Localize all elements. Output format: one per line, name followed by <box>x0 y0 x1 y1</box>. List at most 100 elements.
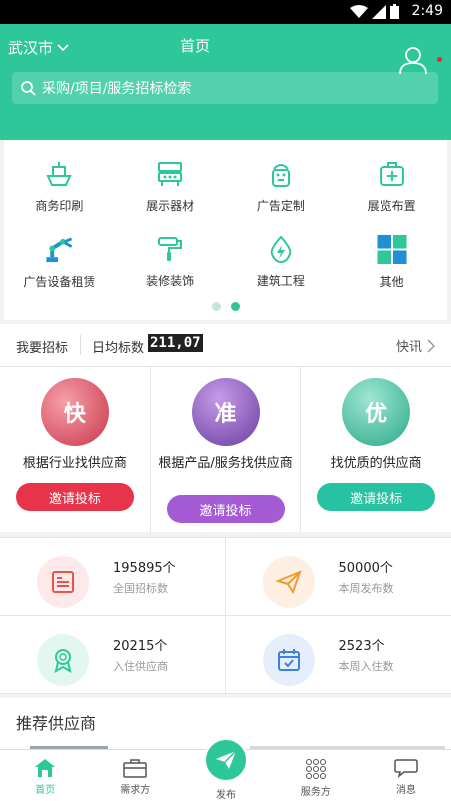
daily-bids-label: 日均标数 <box>92 341 145 356</box>
page-indicator <box>4 302 447 311</box>
daily-bids-value: 211,07 <box>148 334 203 352</box>
category-panel: 商务印刷 展示器材 广告定制 展览布置 广告设备租赁 装修装饰 建筑工程 其他 <box>4 140 447 320</box>
category-label: 广告定制 <box>256 199 305 213</box>
robot-arm-icon <box>46 237 73 263</box>
tab-demand[interactable]: 需求方 <box>90 750 180 801</box>
paper-plane-icon <box>275 570 302 595</box>
bid-bar: 我要招标 日均标数 211,07 快讯 <box>0 324 451 366</box>
tab-label: 首页 <box>35 785 56 796</box>
category-business-printing[interactable]: 商务印刷 <box>4 140 115 215</box>
category-decoration[interactable]: 装修装饰 <box>115 215 226 290</box>
page-dot[interactable] <box>211 302 221 311</box>
page-dot-active[interactable] <box>230 302 240 311</box>
category-label: 展览布置 <box>367 199 416 213</box>
invite-bid-button[interactable]: 邀请投标 <box>15 483 134 511</box>
category-other[interactable]: 其他 <box>336 215 447 290</box>
card-badge: 优 <box>342 378 411 446</box>
calendar-icon <box>277 649 300 671</box>
display-rack-icon <box>158 162 183 186</box>
stat-label: 本周发布数 <box>338 582 394 595</box>
badge-text: 优 <box>365 402 388 427</box>
stat-label: 入住供应商 <box>113 660 168 673</box>
section-title: 推荐供应商 <box>16 714 97 733</box>
category-ad-equipment-rental[interactable]: 广告设备租赁 <box>4 215 115 290</box>
category-display-equipment[interactable]: 展示器材 <box>115 140 226 215</box>
tab-home[interactable]: 首页 <box>0 750 90 801</box>
post-bid-link[interactable]: 我要招标 <box>16 337 68 356</box>
search-bar[interactable]: 采购/项目/服务招标检索 <box>12 72 438 104</box>
tab-messages[interactable]: 消息 <box>361 750 451 801</box>
supplier-finder-cards: 快 根据行业找供应商 邀请投标 准 根据产品/服务找供应商 邀请投标 优 找优质… <box>0 366 451 532</box>
category-label: 广告设备租赁 <box>23 275 96 289</box>
stat-icon <box>262 556 315 608</box>
stat-national-bids: 195895个 全国招标数 <box>0 538 226 616</box>
category-ad-customization[interactable]: 广告定制 <box>226 140 337 215</box>
category-exhibition-layout[interactable]: 展览布置 <box>336 140 447 215</box>
android-icon <box>271 164 290 187</box>
dots-grid-icon <box>305 759 326 779</box>
ship-icon <box>46 162 72 186</box>
wifi-icon <box>350 4 368 18</box>
stat-label: 本周入住数 <box>338 660 394 673</box>
card-title: 找优质的供应商 <box>330 456 422 471</box>
card-badge: 准 <box>191 378 260 446</box>
search-placeholder: 采购/项目/服务招标检索 <box>42 81 192 97</box>
notification-dot <box>437 57 442 62</box>
paint-roller-icon <box>158 237 183 261</box>
tab-service[interactable]: 服务方 <box>271 750 361 801</box>
publish-button[interactable] <box>204 738 248 782</box>
stats-grid: 195895个 全国招标数 50000个 本周发布数 20215个 入住供应商 … <box>0 537 451 694</box>
user-icon <box>399 47 427 75</box>
card-by-product[interactable]: 准 根据产品/服务找供应商 邀请投标 <box>151 367 302 532</box>
stat-icon <box>37 634 89 686</box>
category-label: 其他 <box>379 275 404 289</box>
signal-icon <box>372 4 386 19</box>
page-title: 首页 <box>179 37 210 55</box>
card-quality-suppliers[interactable]: 优 找优质的供应商 邀请投标 <box>301 367 451 532</box>
category-label: 建筑工程 <box>256 274 305 288</box>
badge-text: 准 <box>214 402 237 427</box>
home-icon <box>35 759 56 777</box>
invite-bid-button[interactable]: 邀请投标 <box>317 483 436 511</box>
card-by-industry[interactable]: 快 根据行业找供应商 邀请投标 <box>0 367 151 532</box>
stat-value: 195895个 <box>113 561 176 576</box>
category-label: 装修装饰 <box>146 274 195 288</box>
status-time: 2:49 <box>411 3 443 19</box>
publish-label: 发布 <box>216 790 236 801</box>
document-icon <box>52 571 74 593</box>
stat-weekly-joined: 2523个 本周入住数 <box>225 616 451 694</box>
card-title: 根据产品/服务找供应商 <box>158 456 293 471</box>
stat-icon <box>262 634 315 686</box>
divider <box>80 335 81 355</box>
daily-bids-counter: 211,07 <box>148 334 203 352</box>
grid-icon <box>377 234 407 265</box>
stat-value: 20215个 <box>113 639 168 654</box>
stat-value: 50000个 <box>338 561 393 576</box>
battery-icon <box>390 4 399 19</box>
energy-drop-icon <box>270 235 292 264</box>
header: 武汉市 首页 采购/项目/服务招标检索 <box>0 24 451 140</box>
status-bar: 2:49 <box>0 0 451 24</box>
category-construction[interactable]: 建筑工程 <box>226 215 337 290</box>
send-icon <box>216 750 237 769</box>
stat-weekly-published: 50000个 本周发布数 <box>225 538 451 616</box>
tab-label: 需求方 <box>120 785 151 796</box>
card-badge: 快 <box>40 378 109 446</box>
award-icon <box>54 649 72 673</box>
badge-text: 快 <box>63 402 86 427</box>
invite-bid-button[interactable]: 邀请投标 <box>166 495 285 523</box>
stat-suppliers-joined: 20215个 入住供应商 <box>0 616 226 694</box>
tab-label: 消息 <box>395 785 416 796</box>
search-icon <box>21 81 36 96</box>
tab-label: 服务方 <box>300 787 331 798</box>
stat-value: 2523个 <box>338 639 385 654</box>
stat-label: 全国招标数 <box>113 582 168 595</box>
flash-label: 快讯 <box>395 340 422 355</box>
category-label: 商务印刷 <box>35 199 84 213</box>
stat-icon <box>37 556 89 608</box>
chat-icon <box>394 759 418 778</box>
flash-news-link[interactable]: 快讯 <box>396 336 435 355</box>
card-title: 根据行业找供应商 <box>22 456 127 471</box>
chevron-right-icon <box>427 338 435 353</box>
status-icons <box>350 4 399 19</box>
